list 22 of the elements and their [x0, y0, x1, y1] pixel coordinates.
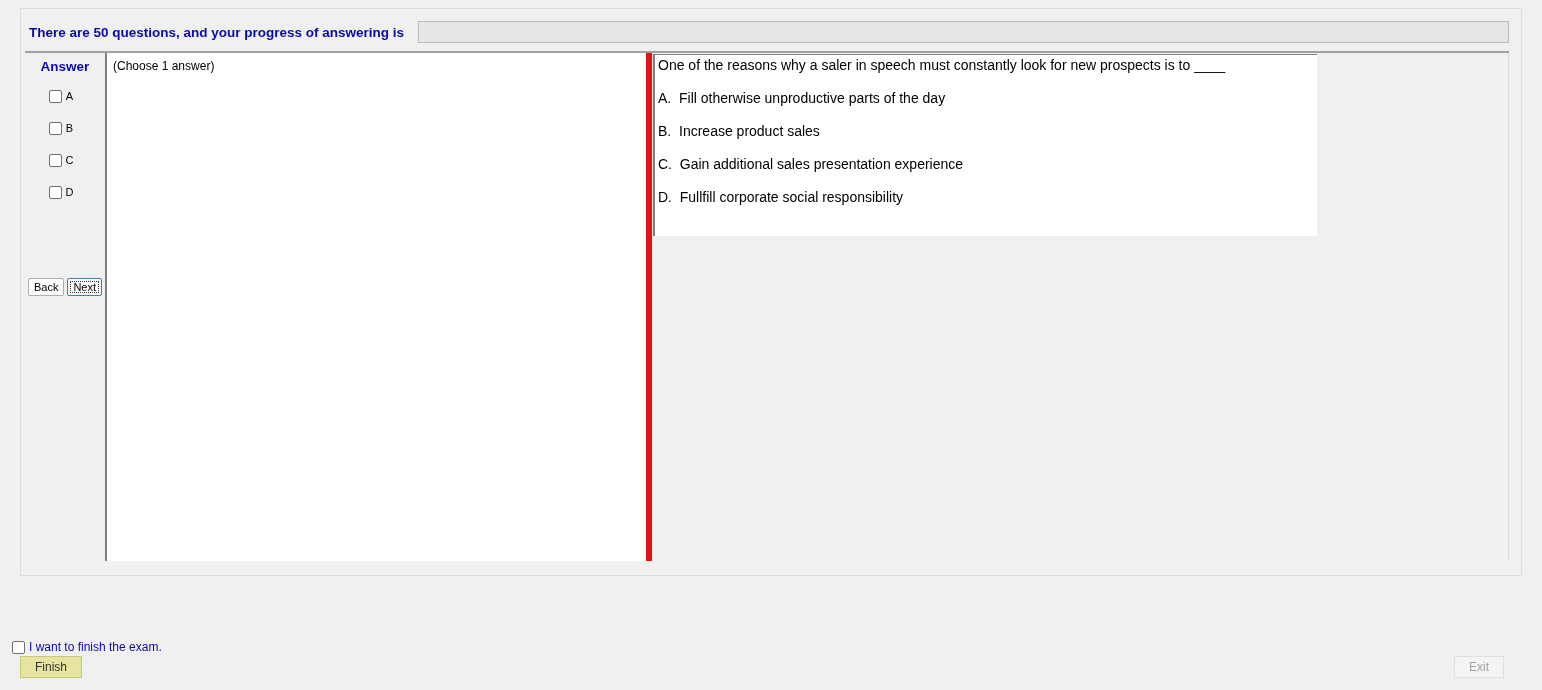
answer-area[interactable]: (Choose 1 answer)	[105, 53, 646, 561]
finish-button[interactable]: Finish	[20, 656, 82, 678]
option-label: B	[65, 122, 74, 134]
answer-hint: (Choose 1 answer)	[113, 59, 215, 73]
next-button[interactable]: Next	[67, 278, 103, 296]
checkbox[interactable]	[12, 640, 25, 654]
option-label: C	[65, 154, 74, 166]
checkbox[interactable]	[48, 89, 62, 103]
progress-label: There are 50 questions, and your progress of answering is	[29, 24, 405, 40]
choice-text: B. Increase product sales	[658, 123, 821, 139]
option-label: A	[65, 90, 74, 102]
finish-label: I want to finish the exam.	[29, 640, 162, 654]
option-label: D	[65, 186, 74, 198]
answer-title: Answer	[40, 59, 90, 74]
choice-text: D. Fullfill corporate social responsibility	[658, 189, 905, 205]
choice-text: A. Fill otherwise unproductive parts of the day	[658, 90, 947, 106]
checkbox[interactable]	[48, 185, 62, 199]
checkbox[interactable]	[48, 121, 62, 135]
question-text: One of the reasons why a saler in speech must constantly look for new prospects is to ____	[658, 57, 1227, 73]
back-button[interactable]: Back	[27, 278, 65, 296]
choice-text: C. Gain additional sales presentation experience	[658, 156, 965, 172]
checkbox[interactable]	[48, 153, 62, 167]
